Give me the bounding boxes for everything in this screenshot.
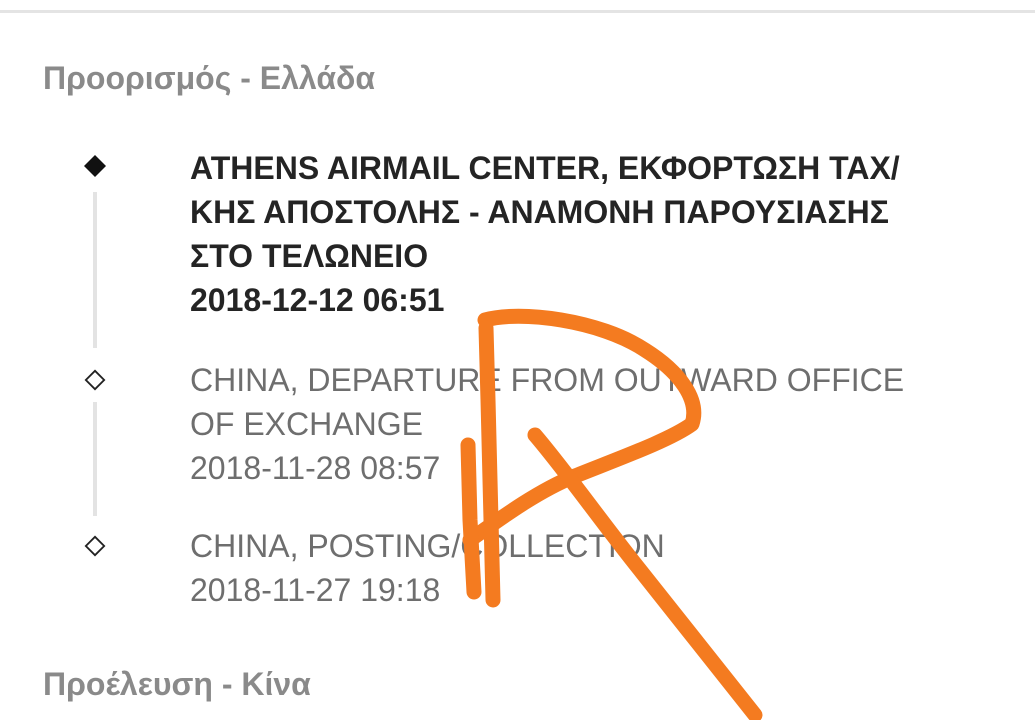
tracking-event: CHINA, DEPARTURE FROM OUTWARD OFFICE OF … bbox=[190, 358, 990, 490]
event-location: CHINA, DEPARTURE FROM OUTWARD OFFICE bbox=[190, 362, 905, 398]
destination-header: Προορισμός - Ελλάδα bbox=[43, 60, 376, 96]
event-datetime: 2018-12-12 06:51 bbox=[190, 282, 445, 318]
origin-header: Προέλευση - Κίνα bbox=[43, 666, 311, 702]
event-location: ΣΤΟ ΤΕΛΩΝΕΙΟ bbox=[190, 238, 429, 274]
filled-diamond-icon bbox=[84, 155, 106, 177]
event-location: OF EXCHANGE bbox=[190, 406, 423, 442]
event-datetime: 2018-11-28 08:57 bbox=[190, 450, 441, 486]
outline-diamond-icon bbox=[84, 535, 106, 557]
event-location: CHINA, POSTING/COLLECTION bbox=[190, 528, 665, 564]
top-divider bbox=[0, 10, 1035, 13]
event-location: ΚΗΣ ΑΠΟΣΤΟΛΗΣ - ΑΝΑΜΟΝΗ ΠΑΡΟΥΣΙΑΣΗΣ bbox=[190, 194, 889, 230]
timeline-connector bbox=[93, 192, 97, 348]
timeline-connector bbox=[93, 402, 97, 516]
event-location: ATHENS AIRMAIL CENTER, ΕΚΦΟΡΤΩΣΗ ΤΑΧ/ bbox=[190, 150, 900, 186]
event-datetime: 2018-11-27 19:18 bbox=[190, 572, 441, 608]
tracking-event: CHINA, POSTING/COLLECTION 2018-11-27 19:… bbox=[190, 524, 990, 612]
outline-diamond-icon bbox=[84, 369, 106, 391]
tracking-event-current: ATHENS AIRMAIL CENTER, ΕΚΦΟΡΤΩΣΗ ΤΑΧ/ ΚΗ… bbox=[190, 146, 990, 322]
